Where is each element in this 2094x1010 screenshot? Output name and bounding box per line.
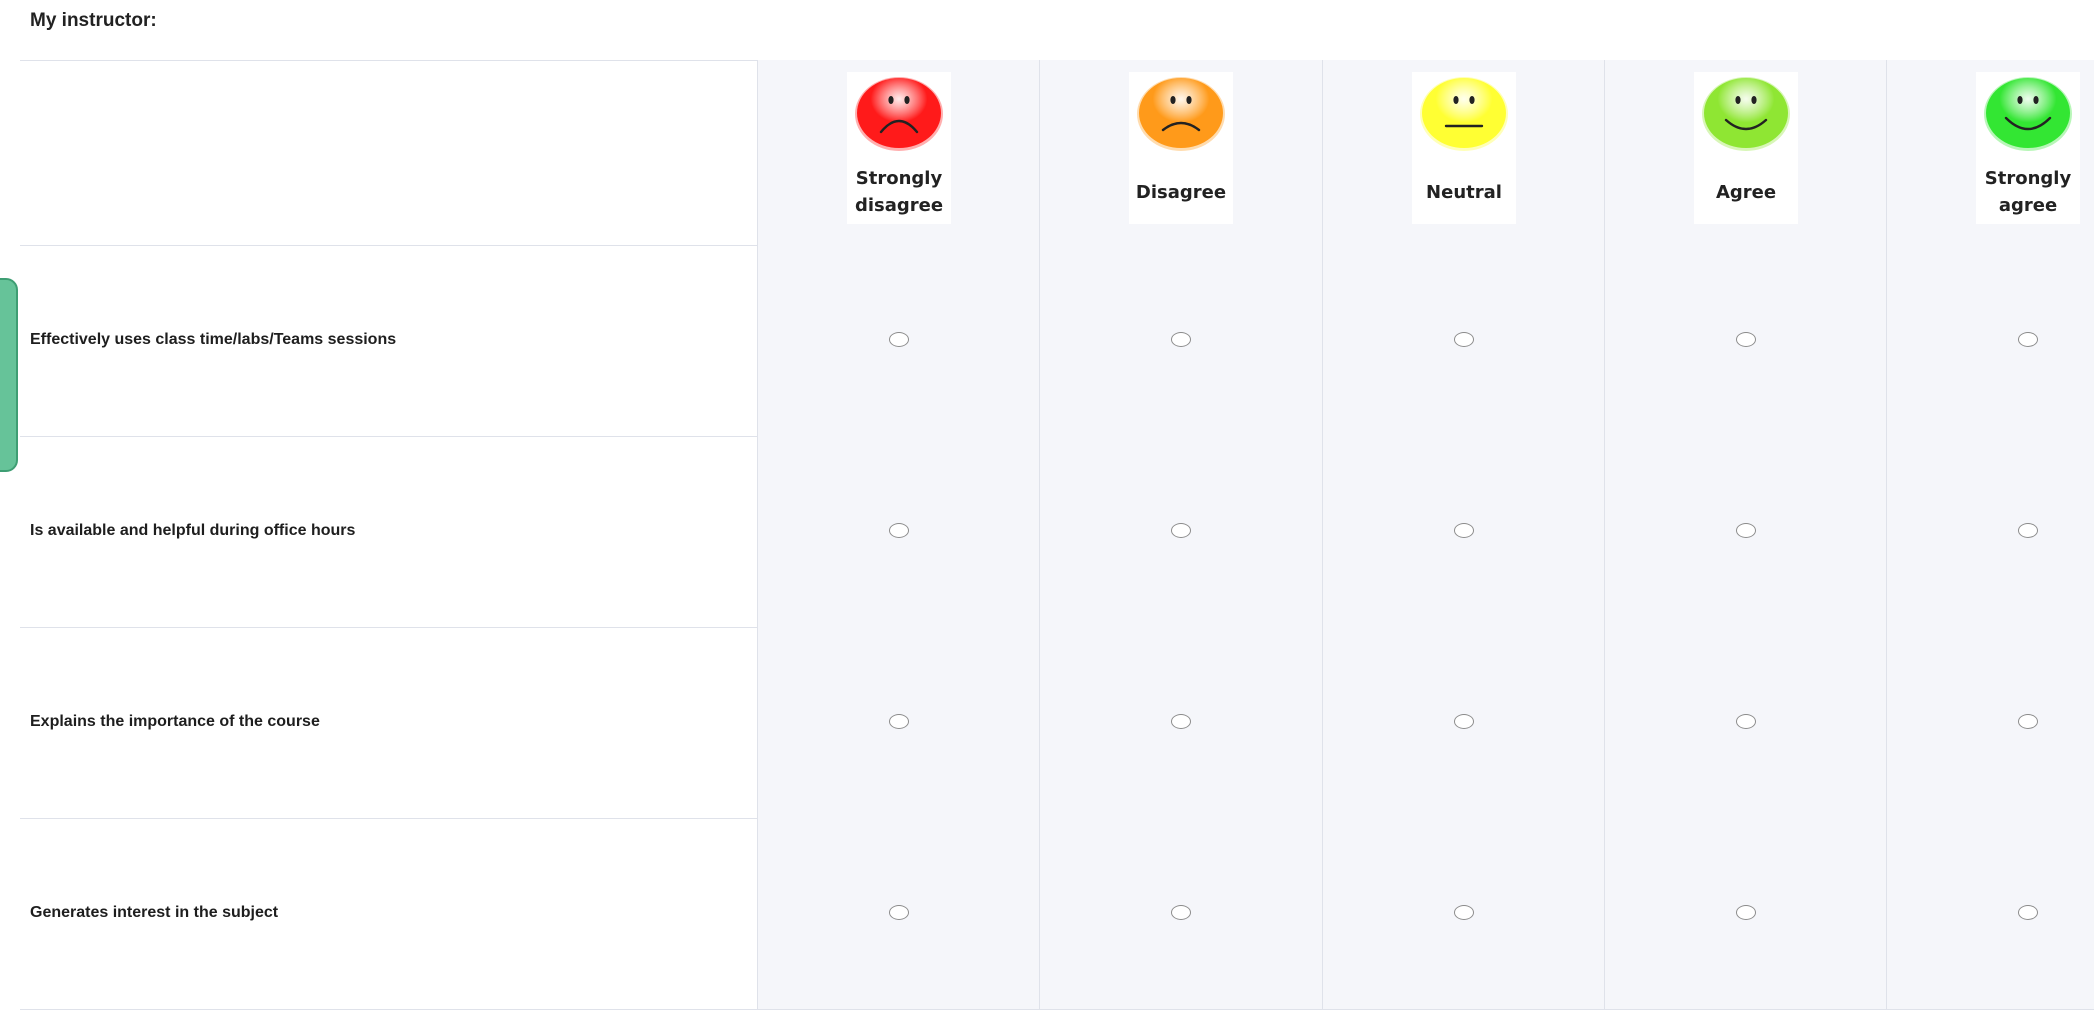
radio-button[interactable] xyxy=(1736,523,1756,538)
scale-option-card: Strongly agree xyxy=(1976,72,2080,224)
scale-header-cell: Agree xyxy=(1604,60,1887,245)
statement-label: Explains the importance of the course xyxy=(30,713,320,730)
radio-button[interactable] xyxy=(1454,523,1474,538)
radio-button[interactable] xyxy=(889,714,909,729)
scale-header-cell: Strongly agree xyxy=(1886,60,2094,245)
radio-button[interactable] xyxy=(1171,714,1191,729)
statement-row: Is available and helpful during office h… xyxy=(20,436,2094,628)
scale-header-cell: Strongly disagree xyxy=(757,60,1040,245)
radio-button[interactable] xyxy=(1736,332,1756,347)
likert-matrix: Strongly disagree Disagree Neutral Agree Str… xyxy=(20,60,2094,1010)
statement-row: Generates interest in the subject xyxy=(20,818,2094,1010)
response-cell[interactable] xyxy=(1039,627,1322,818)
radio-button[interactable] xyxy=(1171,332,1191,347)
response-cell[interactable] xyxy=(757,818,1040,1009)
radio-button[interactable] xyxy=(1171,905,1191,920)
response-cell[interactable] xyxy=(1604,627,1887,818)
scale-option-card: Strongly disagree xyxy=(847,72,951,224)
scale-option-label: Disagree xyxy=(1135,181,1227,203)
response-cell[interactable] xyxy=(1886,818,2094,1009)
radio-button[interactable] xyxy=(2018,523,2038,538)
radio-button[interactable] xyxy=(2018,332,2038,347)
scale-option-label: Strongly disagree xyxy=(854,168,944,216)
scale-header-cell: Disagree xyxy=(1039,60,1322,245)
response-cell[interactable] xyxy=(1604,245,1887,436)
response-cell[interactable] xyxy=(1039,818,1322,1009)
response-cell[interactable] xyxy=(1039,436,1322,627)
scale-option-card: Neutral xyxy=(1412,72,1516,224)
radio-button[interactable] xyxy=(889,905,909,920)
radio-button[interactable] xyxy=(1454,905,1474,920)
neutral-face-icon xyxy=(1420,77,1508,151)
response-cell[interactable] xyxy=(757,436,1040,627)
sad-face-icon xyxy=(1137,77,1225,151)
response-cell[interactable] xyxy=(1039,245,1322,436)
radio-button[interactable] xyxy=(1736,714,1756,729)
radio-button[interactable] xyxy=(889,332,909,347)
response-cell[interactable] xyxy=(1322,818,1605,1009)
response-cell[interactable] xyxy=(1886,436,2094,627)
response-cell[interactable] xyxy=(1322,627,1605,818)
radio-button[interactable] xyxy=(2018,905,2038,920)
statement-label: Generates interest in the subject xyxy=(30,904,279,921)
scale-option-label: Agree xyxy=(1715,181,1777,203)
radio-button[interactable] xyxy=(1454,714,1474,729)
statement-label: Is available and helpful during office h… xyxy=(30,522,356,539)
response-cell[interactable] xyxy=(1604,436,1887,627)
response-cell[interactable] xyxy=(1322,245,1605,436)
scale-option-card: Agree xyxy=(1694,72,1798,224)
response-cell[interactable] xyxy=(1886,627,2094,818)
statement-row: Explains the importance of the course xyxy=(20,627,2094,819)
happy-face-icon xyxy=(1702,77,1790,151)
scale-option-label: Strongly agree xyxy=(1984,168,2072,216)
radio-button[interactable] xyxy=(1736,905,1756,920)
very-sad-face-icon xyxy=(855,77,943,151)
response-cell[interactable] xyxy=(757,627,1040,818)
radio-button[interactable] xyxy=(889,523,909,538)
scale-header-cell: Neutral xyxy=(1322,60,1605,245)
radio-button[interactable] xyxy=(1454,332,1474,347)
response-cell[interactable] xyxy=(757,245,1040,436)
scale-header-row: Strongly disagree Disagree Neutral Agree Str… xyxy=(20,60,2094,246)
radio-button[interactable] xyxy=(1171,523,1191,538)
response-cell[interactable] xyxy=(1604,818,1887,1009)
scale-option-label: Neutral xyxy=(1426,181,1502,203)
question-title: My instructor: xyxy=(30,10,157,31)
response-cell[interactable] xyxy=(1322,436,1605,627)
very-happy-face-icon xyxy=(1984,77,2072,151)
side-panel-tab[interactable] xyxy=(0,278,18,472)
response-cell[interactable] xyxy=(1886,245,2094,436)
statement-row: Effectively uses class time/labs/Teams s… xyxy=(20,245,2094,437)
radio-button[interactable] xyxy=(2018,714,2038,729)
scale-option-card: Disagree xyxy=(1129,72,1233,224)
statement-label: Effectively uses class time/labs/Teams s… xyxy=(30,331,397,348)
